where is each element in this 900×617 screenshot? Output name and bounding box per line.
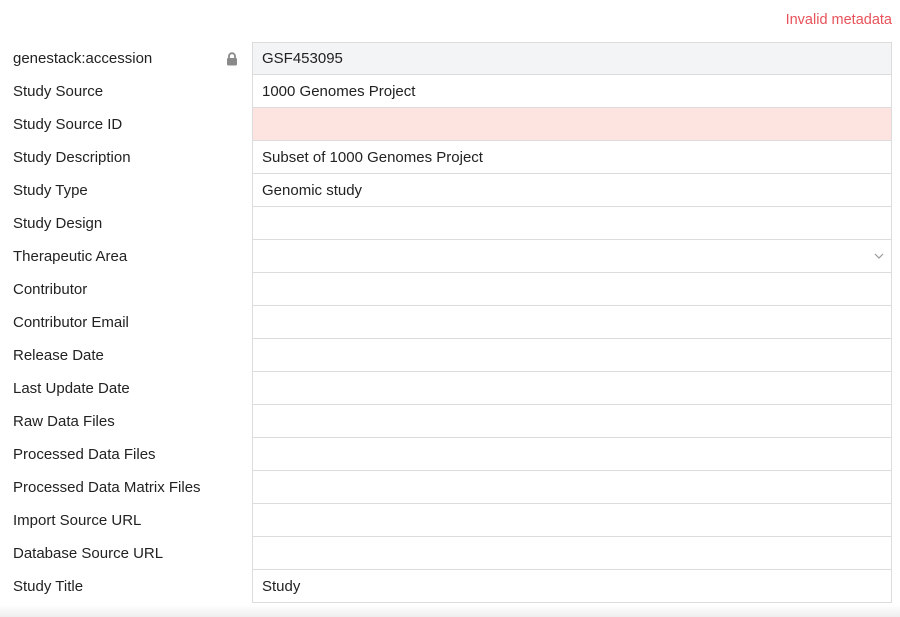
field-value: GSF453095: [262, 50, 343, 67]
chevron-down-icon[interactable]: [874, 252, 884, 260]
field-label: Raw Data Files: [13, 413, 115, 430]
field-label: Study Description: [13, 149, 131, 166]
import-source-url-field[interactable]: [252, 504, 892, 537]
field-label: Processed Data Files: [13, 446, 156, 463]
metadata-row-last-update-date: Last Update Date: [0, 372, 900, 405]
study-title-field[interactable]: Study: [252, 570, 892, 603]
study-description-field[interactable]: Subset of 1000 Genomes Project: [252, 141, 892, 174]
field-label: Database Source URL: [13, 545, 164, 562]
metadata-row-import-source-url: Import Source URL: [0, 504, 900, 537]
field-label: Release Date: [13, 347, 104, 364]
metadata-row-study-source-id: Study Source ID: [0, 108, 900, 141]
metadata-row-release-date: Release Date: [0, 339, 900, 372]
field-value: 1000 Genomes Project: [262, 82, 416, 100]
field-label: Import Source URL: [13, 512, 142, 529]
metadata-row-contributor-email: Contributor Email: [0, 306, 900, 339]
metadata-row-database-source-url: Database Source URL: [0, 537, 900, 570]
database-source-url-field[interactable]: [252, 537, 892, 570]
last-update-date-field[interactable]: [252, 372, 892, 405]
field-label: Study Source ID: [13, 116, 123, 133]
field-label: genestack:accession: [13, 50, 153, 67]
processed-data-matrix-files-field[interactable]: [252, 471, 892, 504]
metadata-row-study-design: Study Design: [0, 207, 900, 240]
raw-data-files-field[interactable]: [252, 405, 892, 438]
therapeutic-area-dropdown[interactable]: [252, 240, 892, 273]
study-source-field[interactable]: 1000 Genomes Project: [252, 75, 892, 108]
field-value: Genomic study: [262, 181, 363, 199]
bottom-fade: [0, 605, 900, 617]
field-label: Study Source: [13, 83, 104, 100]
field-label: Last Update Date: [13, 380, 130, 397]
study-design-field[interactable]: [252, 207, 892, 240]
accession-field: GSF453095: [252, 42, 892, 75]
field-label: Study Design: [13, 215, 103, 232]
metadata-row-study-source: Study Source 1000 Genomes Project: [0, 75, 900, 108]
contributor-email-field[interactable]: [252, 306, 892, 339]
field-label: Study Type: [13, 182, 88, 199]
field-label: Study Title: [13, 578, 84, 595]
metadata-row-contributor: Contributor: [0, 273, 900, 306]
lock-icon: [226, 51, 238, 66]
processed-data-files-field[interactable]: [252, 438, 892, 471]
metadata-form: genestack:accession GSF453095 Study Sour…: [0, 42, 900, 603]
field-value: Subset of 1000 Genomes Project: [262, 148, 483, 166]
field-label: Therapeutic Area: [13, 248, 128, 265]
metadata-row-processed-data-files: Processed Data Files: [0, 438, 900, 471]
metadata-row-study-title: Study Title Study: [0, 570, 900, 603]
metadata-row-study-type: Study Type Genomic study: [0, 174, 900, 207]
field-label: Processed Data Matrix Files: [13, 479, 201, 496]
metadata-row-raw-data-files: Raw Data Files: [0, 405, 900, 438]
field-label: Contributor: [13, 281, 88, 298]
metadata-row-accession: genestack:accession GSF453095: [0, 42, 900, 75]
contributor-field[interactable]: [252, 273, 892, 306]
invalid-metadata-status: Invalid metadata: [785, 12, 892, 28]
study-source-id-field[interactable]: [252, 108, 892, 141]
study-type-field[interactable]: Genomic study: [252, 174, 892, 207]
metadata-row-processed-data-matrix-files: Processed Data Matrix Files: [0, 471, 900, 504]
metadata-row-study-description: Study Description Subset of 1000 Genomes…: [0, 141, 900, 174]
field-value: Study: [262, 577, 301, 595]
field-label: Contributor Email: [13, 314, 129, 331]
metadata-row-therapeutic-area: Therapeutic Area: [0, 240, 900, 273]
release-date-field[interactable]: [252, 339, 892, 372]
